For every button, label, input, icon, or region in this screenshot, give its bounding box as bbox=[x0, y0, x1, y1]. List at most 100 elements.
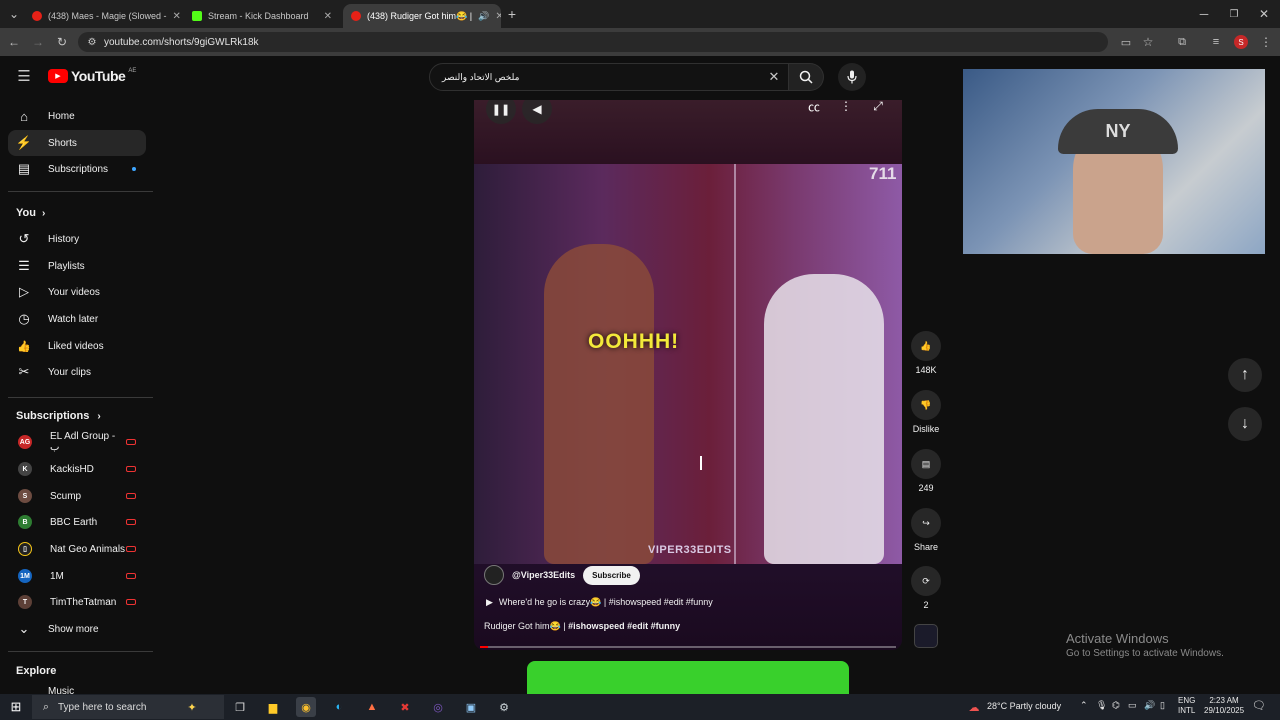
sidebar-item-subscriptions[interactable]: ▤ Subscriptions bbox=[8, 156, 146, 182]
tray-chevron-icon[interactable]: ⌃ bbox=[1080, 700, 1088, 711]
sidebar-sub-scump[interactable]: S Scump bbox=[8, 483, 146, 509]
captions-icon[interactable]: ㏄ bbox=[806, 100, 822, 114]
sidebar-label: Music bbox=[48, 686, 75, 694]
close-tab-icon[interactable]: ✕ bbox=[173, 11, 180, 22]
edge-icon[interactable]: ◐ bbox=[329, 697, 349, 717]
close-tab-icon[interactable]: ✕ bbox=[495, 11, 501, 22]
sidebar-sub-el-adl-group[interactable]: AG EL Adl Group - ب bbox=[8, 429, 146, 455]
sidebar-item-music[interactable]: Music bbox=[48, 686, 74, 694]
app-icon[interactable]: ◎ bbox=[428, 697, 448, 717]
back-icon[interactable]: ← bbox=[6, 34, 22, 50]
network-icon[interactable]: ⌬ bbox=[1112, 700, 1120, 711]
weather-text[interactable]: 28°C Partly cloudy bbox=[987, 701, 1061, 711]
previous-short-button[interactable]: ↑ bbox=[1228, 358, 1262, 392]
install-app-icon[interactable]: ▭ bbox=[1118, 34, 1134, 50]
you-section-heading[interactable]: You › bbox=[16, 207, 45, 219]
sidebar-item-liked-videos[interactable]: 👍 Liked videos bbox=[8, 333, 146, 359]
next-short-preview[interactable] bbox=[527, 661, 849, 694]
sidebar-item-home[interactable]: ⌂ Home bbox=[8, 103, 146, 129]
voice-search-button[interactable] bbox=[838, 63, 866, 91]
notifications-icon[interactable]: 🗨 bbox=[1252, 699, 1266, 712]
more-options-icon[interactable]: ⋮ bbox=[838, 100, 854, 114]
settings-icon[interactable]: ⚙ bbox=[494, 697, 514, 717]
subscriptions-section-heading[interactable]: Subscriptions › bbox=[16, 410, 101, 422]
volume-button[interactable]: ◀ bbox=[522, 100, 552, 124]
battery-icon[interactable]: ▯ bbox=[1160, 700, 1165, 711]
channel-avatar[interactable] bbox=[484, 565, 504, 585]
site-info-icon[interactable]: ⚙ bbox=[84, 34, 100, 50]
next-short-button[interactable]: ↓ bbox=[1228, 407, 1262, 441]
file-explorer-icon[interactable]: ▆ bbox=[263, 697, 283, 717]
sidebar-sub-kackishd[interactable]: K KackisHD bbox=[8, 456, 146, 482]
search-button[interactable] bbox=[789, 63, 824, 91]
youtube-logo[interactable]: ▶ YouTube AE bbox=[48, 68, 136, 84]
reload-icon[interactable]: ↻ bbox=[54, 34, 70, 50]
close-window-icon[interactable]: ✕ bbox=[1256, 6, 1272, 22]
task-view-icon[interactable]: ❐ bbox=[230, 697, 250, 717]
sidebar-item-watch-later[interactable]: ◷ Watch later bbox=[8, 306, 146, 332]
sidebar-sub-nat-geo-animals[interactable]: ▯ Nat Geo Animals bbox=[8, 536, 146, 562]
audio-playing-icon[interactable]: 🔊 bbox=[478, 11, 489, 22]
browser-tab-2[interactable]: Stream - Kick Dashboard ✕ bbox=[184, 4, 340, 28]
language-indicator[interactable]: ENG INTL bbox=[1178, 696, 1195, 716]
sidebar-label: BBC Earth bbox=[50, 516, 98, 528]
windows-start-icon[interactable]: ⊞ bbox=[6, 697, 26, 717]
fullscreen-icon[interactable]: ⤢ bbox=[870, 100, 886, 114]
linked-video[interactable]: ▶ Where'd he go is crazy😂 | #ishowspeed … bbox=[486, 597, 713, 608]
play-icon: ▶ bbox=[486, 597, 493, 607]
watch-later-icon: ◷ bbox=[18, 311, 30, 326]
sidebar-item-your-clips[interactable]: ✂ Your clips bbox=[8, 359, 146, 385]
sound-thumbnail[interactable] bbox=[914, 624, 938, 648]
clock[interactable]: 2:23 AM 29/10/2025 bbox=[1204, 696, 1244, 716]
microphone-icon[interactable]: 🎙 bbox=[1096, 700, 1107, 711]
forward-icon[interactable]: → bbox=[30, 34, 46, 50]
sidebar-label: Shorts bbox=[48, 137, 77, 149]
display-icon[interactable]: ▭ bbox=[1128, 700, 1137, 711]
minimize-icon[interactable]: ─ bbox=[1196, 6, 1212, 22]
sidebar-item-your-videos[interactable]: ▷ Your videos bbox=[8, 279, 146, 305]
sidebar-sub-timthetatman[interactable]: T TimTheTatman bbox=[8, 589, 146, 615]
profile-avatar[interactable]: S bbox=[1234, 35, 1248, 49]
share-button[interactable]: ↪ Share bbox=[906, 508, 946, 552]
clear-search-icon[interactable]: ✕ bbox=[766, 69, 782, 85]
restore-icon[interactable]: ❐ bbox=[1226, 6, 1242, 22]
short-title[interactable]: Rudiger Got him😂 | #ishowspeed #edit #fu… bbox=[484, 621, 680, 632]
search-icon: ⌕ bbox=[42, 700, 50, 713]
sidebar-item-playlists[interactable]: ☰ Playlists bbox=[8, 253, 146, 279]
app-icon[interactable]: ▣ bbox=[461, 697, 481, 717]
hamburger-menu-icon[interactable]: ☰ bbox=[16, 68, 32, 85]
speaker-icon[interactable]: 🔊 bbox=[1144, 700, 1155, 711]
shorts-video-player[interactable]: ❚❚ ◀ ㏄ ⋮ ⤢ 711 OOHHH! VIPER33EDITS @Vipe… bbox=[474, 100, 902, 650]
search-input[interactable]: ملخص الاتحاد والنصر bbox=[429, 63, 789, 91]
sidebar-item-history[interactable]: ↺ History bbox=[8, 226, 146, 252]
subscribe-button[interactable]: Subscribe bbox=[583, 565, 640, 585]
pause-button[interactable]: ❚❚ bbox=[486, 100, 516, 124]
media-controls-icon[interactable]: ≡ bbox=[1208, 34, 1224, 50]
bookmark-star-icon[interactable]: ☆ bbox=[1140, 34, 1156, 50]
remix-button[interactable]: ⟳ 2 bbox=[906, 566, 946, 610]
mouse-cursor-icon bbox=[700, 456, 710, 470]
close-tab-icon[interactable]: ✕ bbox=[324, 11, 332, 22]
browser-menu-icon[interactable]: ⋮ bbox=[1258, 34, 1274, 50]
app-icon[interactable]: ▲ bbox=[362, 697, 382, 717]
search-highlight-icon[interactable]: ✦ bbox=[182, 697, 202, 717]
sidebar-item-shorts[interactable]: ⚡ Shorts bbox=[8, 130, 146, 156]
tab-search-icon[interactable]: ⌄ bbox=[6, 6, 22, 22]
channel-name[interactable]: @Viper33Edits bbox=[512, 570, 575, 580]
sidebar-sub-1m[interactable]: 1M 1M bbox=[8, 563, 146, 589]
channel-avatar: S bbox=[18, 489, 32, 503]
new-tab-icon[interactable]: + bbox=[504, 6, 520, 22]
browser-tab-1[interactable]: (438) Maes - Magie (Slowed - ✕ bbox=[24, 4, 180, 28]
short-hashtags[interactable]: #ishowspeed #edit #funny bbox=[568, 621, 680, 631]
dislike-button[interactable]: 👎 Dislike bbox=[906, 390, 946, 434]
address-bar[interactable]: youtube.com/shorts/9giGWLRk18k bbox=[78, 32, 1108, 52]
progress-track[interactable] bbox=[480, 646, 896, 648]
app-icon[interactable]: ✖ bbox=[395, 697, 415, 717]
extensions-icon[interactable]: ⧉ bbox=[1174, 34, 1190, 50]
browser-tab-3-active[interactable]: (438) Rudiger Got him😂 | 🔊 ✕ bbox=[343, 4, 501, 28]
comments-button[interactable]: ▤ 249 bbox=[906, 449, 946, 493]
sidebar-show-more[interactable]: ⌄ Show more bbox=[8, 616, 146, 642]
sidebar-sub-bbc-earth[interactable]: B BBC Earth bbox=[8, 509, 146, 535]
like-button[interactable]: 👍 148K bbox=[906, 331, 946, 375]
chrome-icon[interactable]: ◉ bbox=[296, 697, 316, 717]
